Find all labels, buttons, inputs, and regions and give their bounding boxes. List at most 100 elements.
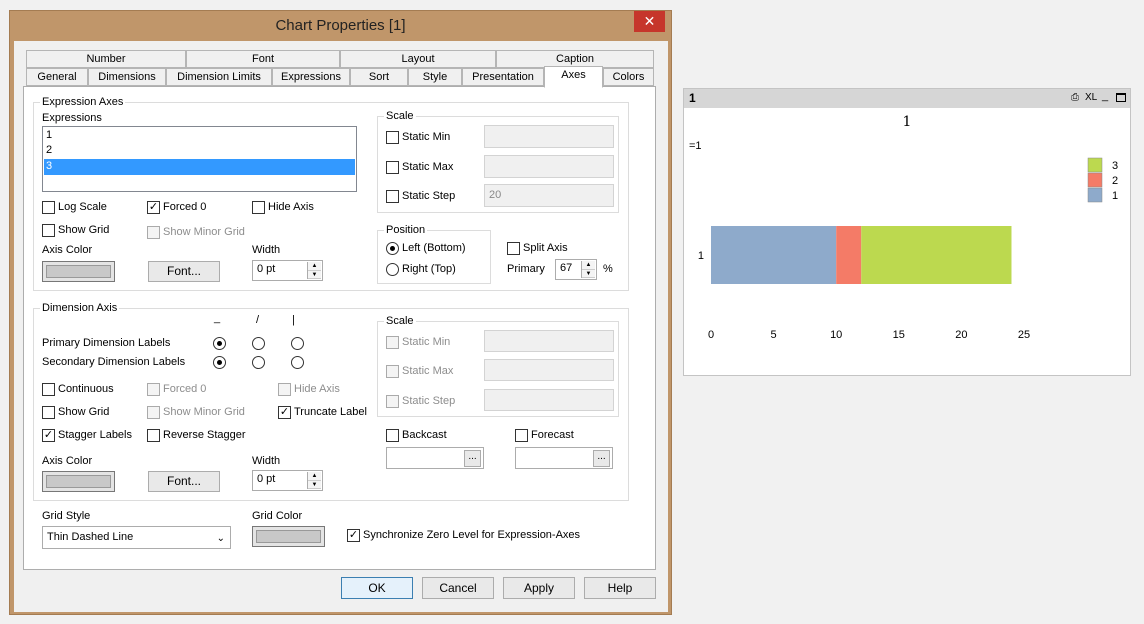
- dim-forced0-checkbox[interactable]: [147, 383, 160, 396]
- static-max-input[interactable]: [484, 155, 614, 178]
- position-left-radio[interactable]: [386, 242, 399, 255]
- dim-static-step-input[interactable]: [484, 389, 614, 411]
- forced0-checkbox[interactable]: ✓: [147, 201, 160, 214]
- minimize-icon[interactable]: _: [1102, 90, 1108, 102]
- dim-show-grid-checkbox[interactable]: [42, 406, 55, 419]
- tab-expressions[interactable]: Expressions: [272, 68, 350, 86]
- dim-width-input[interactable]: 0 pt ▲ ▼: [252, 470, 323, 491]
- width-spinner[interactable]: ▲ ▼: [307, 262, 321, 279]
- cancel-button[interactable]: Cancel: [422, 577, 494, 599]
- stagger-labels-checkbox[interactable]: ✓: [42, 429, 55, 442]
- expression-axes-legend: Expression Axes: [40, 96, 126, 108]
- tab-presentation[interactable]: Presentation: [462, 68, 544, 86]
- chart-caption-bar[interactable]: 1 ⎙ XL _: [684, 89, 1130, 108]
- dim-hide-axis-checkbox[interactable]: [278, 383, 291, 396]
- grid-style-value: Thin Dashed Line: [47, 531, 134, 543]
- width-label: Width: [252, 244, 281, 256]
- position-left-label: Left (Bottom): [402, 242, 466, 254]
- show-minor-grid-checkbox[interactable]: [147, 226, 160, 239]
- maximize-icon[interactable]: [1116, 93, 1126, 102]
- apply-button[interactable]: Apply: [503, 577, 575, 599]
- grid-color-swatch[interactable]: [252, 526, 325, 547]
- dim-width-spinner[interactable]: ▲ ▼: [307, 472, 321, 489]
- tab-layout[interactable]: Layout: [340, 50, 496, 68]
- width-input[interactable]: 0 pt ▲ ▼: [252, 260, 323, 281]
- tab-font[interactable]: Font: [186, 50, 340, 68]
- dim-font-button[interactable]: Font...: [148, 471, 220, 492]
- list-item[interactable]: 1: [46, 129, 52, 141]
- dim-forced0-label: Forced 0: [163, 383, 207, 395]
- tab-dimensions[interactable]: Dimensions: [88, 68, 166, 86]
- x-tick-label: 25: [1018, 329, 1030, 341]
- dim-show-minor-grid-checkbox[interactable]: [147, 406, 160, 419]
- dim-show-grid-label: Show Grid: [58, 406, 110, 418]
- forecast-checkbox[interactable]: [515, 429, 528, 442]
- position-right-label: Right (Top): [402, 263, 456, 275]
- continuous-checkbox[interactable]: [42, 383, 55, 396]
- show-grid-checkbox[interactable]: [42, 224, 55, 237]
- continuous-label: Continuous: [58, 383, 114, 395]
- percent-label: %: [603, 263, 613, 275]
- dim-static-max-checkbox[interactable]: [386, 365, 399, 378]
- axis-color-label: Axis Color: [42, 244, 93, 256]
- backcast-checkbox[interactable]: [386, 429, 399, 442]
- primary-diagonal-radio[interactable]: [252, 337, 265, 350]
- category-label: 1: [698, 250, 704, 262]
- static-min-checkbox[interactable]: [386, 131, 399, 144]
- dim-static-min-input[interactable]: [484, 330, 614, 352]
- reverse-stagger-checkbox[interactable]: [147, 429, 160, 442]
- hide-axis-checkbox[interactable]: [252, 201, 265, 214]
- tab-axes[interactable]: Axes: [544, 66, 603, 88]
- tab-number[interactable]: Number: [26, 50, 186, 68]
- static-min-input[interactable]: [484, 125, 614, 148]
- reverse-stagger-label: Reverse Stagger: [163, 429, 246, 441]
- grid-style-select[interactable]: Thin Dashed Line ⌄: [42, 526, 231, 549]
- secondary-vertical-radio[interactable]: [291, 356, 304, 369]
- primary-vertical-radio[interactable]: [291, 337, 304, 350]
- dim-static-min-checkbox[interactable]: [386, 336, 399, 349]
- dim-static-step-checkbox[interactable]: [386, 395, 399, 408]
- xl-icon[interactable]: XL: [1085, 92, 1097, 103]
- close-button[interactable]: ✕: [634, 11, 665, 32]
- primary-horizontal-radio[interactable]: [213, 337, 226, 350]
- forecast-browse-button[interactable]: ...: [593, 450, 610, 467]
- axis-color-swatch[interactable]: [42, 261, 115, 282]
- ok-button[interactable]: OK: [341, 577, 413, 599]
- chevron-down-icon: ⌄: [216, 533, 225, 544]
- secondary-diagonal-radio[interactable]: [252, 356, 265, 369]
- sync-zero-checkbox[interactable]: ✓: [347, 529, 360, 542]
- static-max-checkbox[interactable]: [386, 161, 399, 174]
- tab-style[interactable]: Style: [408, 68, 462, 86]
- backcast-label: Backcast: [402, 429, 447, 441]
- forecast-label: Forecast: [531, 429, 574, 441]
- static-step-input[interactable]: 20: [484, 184, 614, 207]
- dimension-axis-legend: Dimension Axis: [40, 302, 120, 314]
- tab-colors[interactable]: Colors: [603, 68, 654, 86]
- dim-axis-color-swatch[interactable]: [42, 471, 115, 492]
- static-step-checkbox[interactable]: [386, 190, 399, 203]
- chart-window[interactable]: 1 ⎙ XL _ 1 =1 1 0 5 10 15 20 25 3 2 1: [683, 88, 1131, 376]
- position-right-radio[interactable]: [386, 263, 399, 276]
- truncate-label-checkbox[interactable]: ✓: [278, 406, 291, 419]
- show-minor-grid-label: Show Minor Grid: [163, 226, 245, 238]
- secondary-horizontal-radio[interactable]: [213, 356, 226, 369]
- static-step-label: Static Step: [402, 190, 456, 202]
- help-button[interactable]: Help: [584, 577, 656, 599]
- backcast-browse-button[interactable]: ...: [464, 450, 481, 467]
- primary-spinner[interactable]: ▲ ▼: [581, 261, 595, 278]
- print-icon[interactable]: ⎙: [1071, 92, 1079, 103]
- tab-sort[interactable]: Sort: [350, 68, 408, 86]
- legend-label: 3: [1112, 160, 1118, 172]
- log-scale-checkbox[interactable]: [42, 201, 55, 214]
- expressions-listbox[interactable]: 1 2 3: [42, 126, 357, 192]
- tab-dimension-limits[interactable]: Dimension Limits: [166, 68, 272, 86]
- primary-input[interactable]: 67 ▲ ▼: [555, 259, 597, 280]
- list-item-selected[interactable]: 3: [44, 159, 355, 175]
- dim-static-max-input[interactable]: [484, 359, 614, 381]
- list-item[interactable]: 2: [46, 144, 52, 156]
- tab-general[interactable]: General: [26, 68, 88, 86]
- split-axis-checkbox[interactable]: [507, 242, 520, 255]
- font-button[interactable]: Font...: [148, 261, 220, 282]
- split-axis-label: Split Axis: [523, 242, 568, 254]
- forced0-label: Forced 0: [163, 201, 207, 213]
